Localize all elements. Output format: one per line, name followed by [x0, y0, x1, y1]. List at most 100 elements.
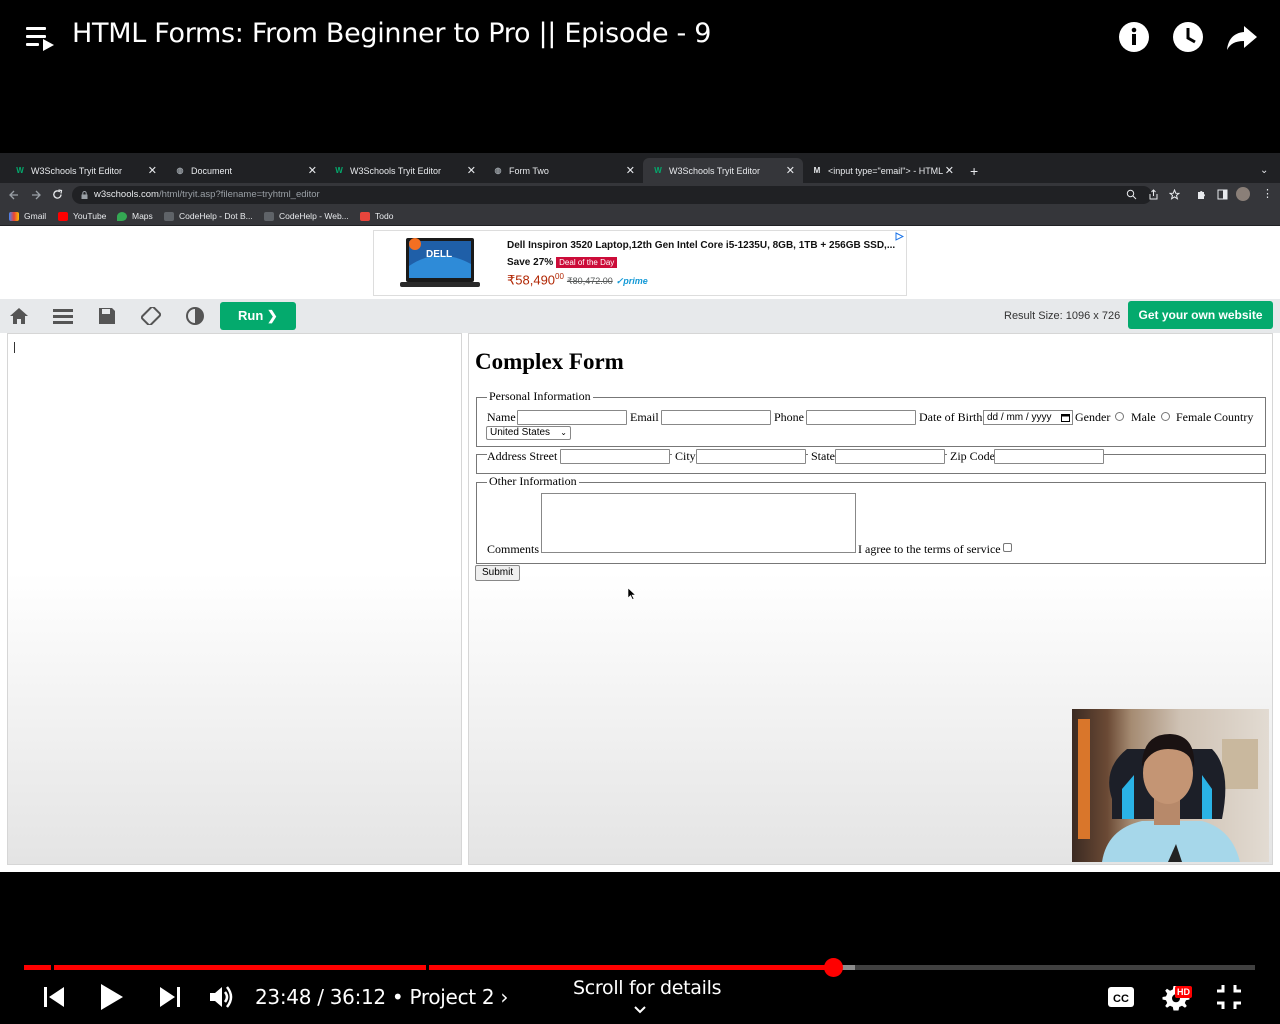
exit-fullscreen-icon[interactable] [1216, 984, 1242, 1010]
terms-checkbox[interactable] [1003, 543, 1012, 552]
tab-bar: W W3Schools Tryit Editor ✕ ◍ Document ✕ … [0, 153, 1280, 183]
extensions-icon[interactable] [1196, 189, 1207, 200]
chevron-down-icon[interactable] [633, 1005, 647, 1015]
state-input[interactable] [835, 449, 945, 464]
back-icon[interactable] [9, 190, 19, 200]
star-icon[interactable] [1169, 189, 1180, 200]
orientation-icon[interactable] [141, 307, 161, 325]
play-icon[interactable] [99, 983, 125, 1011]
zoom-icon[interactable] [1126, 189, 1137, 200]
browser-menu-icon[interactable]: ⋮ [1262, 187, 1273, 200]
bookmark-label: Maps [132, 211, 153, 221]
result-size: Result Size: 1096 x 726 [1004, 310, 1121, 322]
close-icon[interactable]: ✕ [786, 164, 795, 177]
city-input[interactable] [696, 449, 806, 464]
playlist-icon[interactable] [26, 24, 56, 52]
tab-label: <input type="email"> - HTML [828, 165, 943, 176]
close-icon[interactable]: ✕ [945, 164, 954, 177]
watch-later-icon[interactable] [1171, 20, 1205, 54]
globe-icon: ◍ [494, 165, 502, 175]
phone-label: Phone [774, 410, 804, 424]
sidepanel-icon[interactable] [1217, 189, 1228, 200]
url-bar[interactable]: w3schools.com/html/tryit.asp?filename=tr… [72, 186, 1152, 204]
share-page-icon[interactable] [1148, 189, 1159, 200]
name-input[interactable] [517, 410, 627, 425]
info-icon[interactable] [1117, 20, 1151, 54]
svg-text:CC: CC [1113, 993, 1129, 1005]
zip-label: Zip Code [947, 449, 998, 464]
video-frame: W W3Schools Tryit Editor ✕ ◍ Document ✕ … [0, 153, 1280, 872]
chapter-marker [51, 965, 54, 970]
male-label: Male [1131, 410, 1156, 424]
player-top-bar: HTML Forms: From Beginner to Pro || Epis… [0, 0, 1280, 80]
time-current: 23:48 [255, 985, 312, 1009]
scrubber-handle[interactable] [824, 958, 844, 977]
close-icon[interactable]: ✕ [467, 164, 476, 177]
adchoices-icon[interactable] [895, 232, 904, 241]
bookmark-todo[interactable]: Todo [360, 211, 393, 221]
comments-textarea[interactable] [541, 493, 856, 553]
ad-save: Save 27% Deal of the Day [507, 257, 618, 268]
bookmark-label: Todo [375, 211, 394, 221]
presenter-image [1078, 719, 1258, 862]
country-select[interactable]: United States ⌄ [486, 426, 571, 440]
other-info-legend: Other Information [487, 474, 579, 489]
email-input[interactable] [661, 410, 771, 425]
tab-w3schools-2[interactable]: W W3Schools Tryit Editor ✕ [324, 158, 484, 183]
video-player[interactable]: HTML Forms: From Beginner to Pro || Epis… [0, 0, 1280, 1024]
zip-input[interactable] [994, 449, 1104, 464]
bookmark-codehelp-web[interactable]: CodeHelp - Web... [264, 211, 349, 221]
ad-banner[interactable]: DELL Dell Inspiron 3520 Laptop,12th Gen … [373, 230, 907, 296]
reload-icon[interactable] [52, 189, 63, 200]
street-input[interactable] [560, 449, 670, 464]
scroll-for-details[interactable]: Scroll for details [573, 977, 721, 999]
profile-avatar[interactable] [1236, 187, 1250, 201]
calendar-icon[interactable] [1061, 413, 1070, 422]
save-icon[interactable] [97, 307, 117, 325]
submit-button[interactable]: Submit [475, 565, 521, 581]
female-radio[interactable] [1161, 412, 1170, 421]
bookmark-codehelp-dotb[interactable]: CodeHelp - Dot B... [164, 211, 253, 221]
tab-search-icon[interactable]: ⌄ [1254, 158, 1274, 183]
chapter-title[interactable]: • Project 2 [392, 985, 495, 1009]
volume-icon[interactable] [208, 984, 236, 1010]
tab-document[interactable]: ◍ Document ✕ [165, 158, 325, 183]
phone-input[interactable] [806, 410, 916, 425]
next-icon[interactable] [158, 985, 182, 1009]
tab-mdn-email[interactable]: M <input type="email"> - HTML ✕ [802, 158, 962, 183]
address-bar-row: w3schools.com/html/tryit.asp?filename=tr… [0, 183, 1280, 207]
tab-w3schools-active[interactable]: W W3Schools Tryit Editor ✕ [643, 158, 803, 183]
chapter-chevron-icon[interactable]: › [500, 985, 508, 1009]
previous-icon[interactable] [42, 985, 66, 1009]
male-radio[interactable] [1115, 412, 1124, 421]
new-tab-button[interactable]: + [962, 158, 986, 183]
todo-icon [360, 211, 370, 221]
forward-icon[interactable] [31, 190, 41, 200]
captions-icon[interactable]: CC [1107, 985, 1135, 1009]
close-icon[interactable]: ✕ [148, 164, 157, 177]
ad-title[interactable]: Dell Inspiron 3520 Laptop,12th Gen Intel… [507, 240, 895, 251]
bookmark-gmail[interactable]: Gmail [9, 211, 46, 221]
tab-form-two[interactable]: ◍ Form Two ✕ [483, 158, 643, 183]
bookmark-youtube[interactable]: YouTube [58, 211, 106, 221]
webcam-overlay [1072, 709, 1269, 862]
bookmark-maps[interactable]: Maps [117, 211, 153, 221]
time-display: 23:48 / 36:12 • Project 2 › [255, 985, 508, 1009]
theme-toggle-icon[interactable] [185, 307, 205, 325]
dob-input[interactable]: dd / mm / yyyy [983, 410, 1073, 425]
home-icon[interactable] [9, 307, 29, 325]
tab-w3schools-1[interactable]: W W3Schools Tryit Editor ✕ [5, 158, 165, 183]
chevron-down-icon: ⌄ [560, 428, 567, 437]
get-website-button[interactable]: Get your own website [1128, 301, 1273, 329]
video-title[interactable]: HTML Forms: From Beginner to Pro || Epis… [72, 18, 711, 49]
dob-label: Date of Birth [919, 410, 983, 424]
close-icon[interactable]: ✕ [626, 164, 635, 177]
run-button[interactable]: Run ❯ [220, 302, 296, 330]
code-editor[interactable] [7, 333, 462, 865]
codehelp-icon [164, 211, 174, 221]
tab-label: Form Two [509, 165, 549, 176]
share-icon[interactable] [1225, 20, 1259, 54]
menu-icon[interactable] [53, 307, 73, 325]
female-label: Female [1176, 410, 1212, 424]
close-icon[interactable]: ✕ [308, 164, 317, 177]
